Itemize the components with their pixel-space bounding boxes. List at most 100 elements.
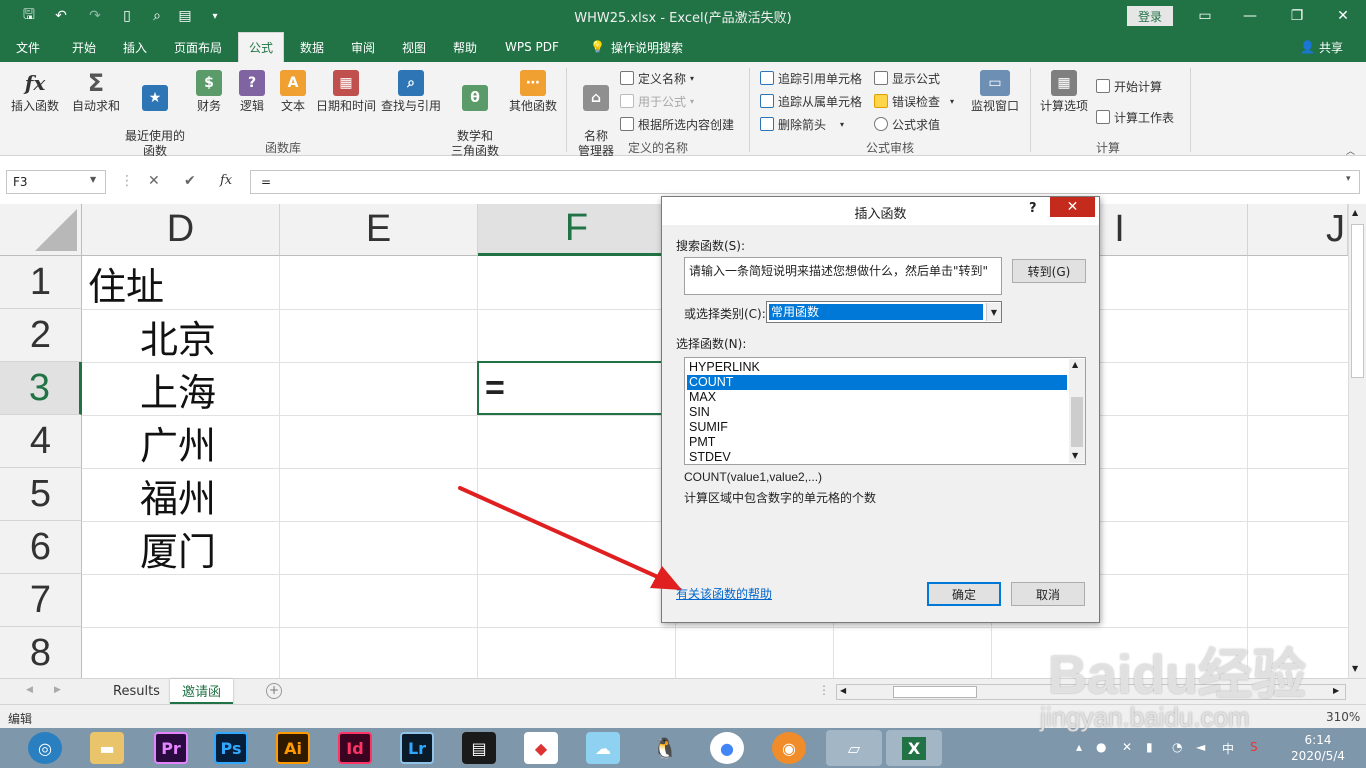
login-button[interactable]: 登录 xyxy=(1127,6,1173,26)
search-function-input[interactable]: 请输入一条简短说明来描述您想做什么，然后单击"转到" xyxy=(684,257,1002,295)
qq-tray-icon[interactable]: ● xyxy=(1096,740,1106,754)
trace-precedents-button[interactable]: 追踪引用单元格 xyxy=(760,68,862,88)
media-icon[interactable]: ◉ xyxy=(772,732,806,764)
qq-icon[interactable]: 🐧 xyxy=(648,732,682,764)
list-item-selected[interactable]: COUNT xyxy=(687,375,1067,390)
tray-expand-icon[interactable]: ▴ xyxy=(1076,740,1082,754)
premiere-icon[interactable]: Pr xyxy=(154,732,188,764)
row-header-2[interactable]: 2 xyxy=(0,309,82,362)
battery-icon[interactable]: ▮ xyxy=(1146,740,1153,754)
chat-icon[interactable]: ☁ xyxy=(586,732,620,764)
vertical-scroll-thumb[interactable] xyxy=(1351,224,1364,378)
excel-icon[interactable]: X xyxy=(886,730,942,766)
column-header-e[interactable]: E xyxy=(280,204,478,256)
dialog-title-bar[interactable]: 插入函数 ? ✕ xyxy=(662,197,1099,225)
sheet-tab-results[interactable]: Results xyxy=(101,679,172,704)
restore-icon[interactable]: ❐ xyxy=(1282,4,1312,28)
scroll-left-icon[interactable]: ◀ xyxy=(840,686,846,695)
list-scrollbar[interactable]: ▲ ▼ xyxy=(1069,359,1085,463)
financial-button[interactable]: $ 财务 xyxy=(192,70,226,114)
category-select[interactable]: 常用函数 ▼ xyxy=(766,301,1002,323)
chevron-down-icon[interactable]: ▼ xyxy=(90,175,96,184)
text-button[interactable]: A 文本 xyxy=(278,70,308,114)
cell-d1[interactable]: 住址 xyxy=(88,257,164,309)
minimize-icon[interactable]: — xyxy=(1235,4,1265,28)
chrome-icon[interactable]: ● xyxy=(710,732,744,764)
tab-data[interactable]: 数据 xyxy=(290,32,334,62)
tab-home[interactable]: 开始 xyxy=(62,32,106,62)
cell-d3[interactable]: 上海 xyxy=(140,363,216,415)
scroll-down-icon[interactable]: ▼ xyxy=(1352,664,1358,673)
insert-function-icon[interactable]: fx xyxy=(220,173,232,188)
list-item[interactable]: SIN xyxy=(687,405,1067,420)
vertical-scrollbar[interactable]: ▲ ▼ xyxy=(1348,204,1366,678)
tab-help[interactable]: 帮助 xyxy=(443,32,487,62)
function-help-link[interactable]: 有关该函数的帮助 xyxy=(676,585,772,602)
app-icon[interactable]: ◆ xyxy=(524,732,558,764)
ribbon-display-icon[interactable]: ▭ xyxy=(1190,4,1220,28)
horizontal-scroll-thumb[interactable] xyxy=(893,686,977,698)
list-item[interactable]: PMT xyxy=(687,435,1067,450)
illustrator-icon[interactable]: Ai xyxy=(276,732,310,764)
row-header-7[interactable]: 7 xyxy=(0,574,82,627)
column-header-d[interactable]: D xyxy=(82,204,280,256)
photoshop-icon[interactable]: Ps xyxy=(214,732,248,764)
list-item[interactable]: HYPERLINK xyxy=(687,360,1067,375)
cell-d4[interactable]: 广州 xyxy=(140,416,216,468)
scroll-up-icon[interactable]: ▲ xyxy=(1072,360,1078,369)
scroll-down-icon[interactable]: ▼ xyxy=(1072,451,1078,460)
row-header-4[interactable]: 4 xyxy=(0,415,82,468)
tab-file[interactable]: 文件 xyxy=(6,32,50,62)
autosum-button[interactable]: Σ 自动求和 xyxy=(70,70,122,114)
dialog-close-button[interactable]: ✕ xyxy=(1050,197,1095,217)
tab-view[interactable]: 视图 xyxy=(392,32,436,62)
ime-indicator[interactable]: 中 xyxy=(1222,740,1234,757)
prev-sheet-icon[interactable]: ◀ xyxy=(26,685,33,695)
select-all-corner[interactable] xyxy=(0,204,82,256)
video-editor-icon[interactable]: ▤ xyxy=(462,732,496,764)
lookup-button[interactable]: ⌕ 查找与引用 xyxy=(380,70,442,114)
tab-review[interactable]: 审阅 xyxy=(341,32,385,62)
calc-now-button[interactable]: 开始计算 xyxy=(1096,76,1162,96)
volume-icon[interactable]: ◄ xyxy=(1196,740,1205,754)
list-scroll-thumb[interactable] xyxy=(1071,397,1083,447)
remove-arrows-button[interactable]: 删除箭头 ▾ xyxy=(760,114,844,134)
scroll-up-icon[interactable]: ▲ xyxy=(1352,208,1358,217)
use-in-formula-button[interactable]: 用于公式 ▾ xyxy=(620,91,694,111)
logical-button[interactable]: ? 逻辑 xyxy=(236,70,268,114)
error-checking-button[interactable]: 错误检查 ▾ xyxy=(874,91,954,111)
cell-d5[interactable]: 福州 xyxy=(140,469,216,521)
search-icon[interactable]: ◎ xyxy=(28,732,62,764)
trace-dependents-button[interactable]: 追踪从属单元格 xyxy=(760,91,862,111)
share-button[interactable]: 👤 共享 xyxy=(1290,32,1353,62)
calc-options-button[interactable]: ▦ 计算选项 xyxy=(1038,70,1090,114)
evaluate-formula-button[interactable]: 公式求值 xyxy=(874,114,940,134)
ok-button[interactable]: 确定 xyxy=(927,582,1001,606)
insert-function-button[interactable]: fx 插入函数 xyxy=(8,70,62,114)
row-header-1[interactable]: 1 xyxy=(0,256,82,309)
column-header-f[interactable]: F xyxy=(478,204,676,256)
row-header-8[interactable]: 8 xyxy=(0,627,82,678)
lightroom-icon[interactable]: Lr xyxy=(400,732,434,764)
cell-d2[interactable]: 北京 xyxy=(140,310,216,362)
file-explorer-icon[interactable]: ▬ xyxy=(90,732,124,764)
indesign-icon[interactable]: Id xyxy=(338,732,372,764)
wifi-icon[interactable]: ◔ xyxy=(1172,740,1182,754)
function-list[interactable]: HYPERLINK COUNT MAX SIN SUMIF PMT STDEV … xyxy=(684,357,1086,465)
cancel-button[interactable]: 取消 xyxy=(1011,582,1085,606)
formula-input[interactable]: = xyxy=(250,170,1360,194)
clock[interactable]: 6:14 2020/5/4 xyxy=(1288,732,1348,764)
cell-d6[interactable]: 厦门 xyxy=(140,522,216,574)
network-error-icon[interactable]: ✕ xyxy=(1122,740,1132,754)
watch-window-button[interactable]: ▭ 监视窗口 xyxy=(968,70,1022,114)
add-sheet-icon[interactable]: + xyxy=(266,683,282,699)
help-icon[interactable]: ? xyxy=(1029,201,1037,216)
calc-sheet-button[interactable]: 计算工作表 xyxy=(1096,107,1174,127)
tab-formulas[interactable]: 公式 xyxy=(238,32,285,62)
cell-f3-active[interactable]: = xyxy=(477,361,676,415)
notes-icon[interactable]: ▱ xyxy=(826,730,882,766)
list-item[interactable]: MAX xyxy=(687,390,1067,405)
datetime-button[interactable]: ▦ 日期和时间 xyxy=(314,70,378,114)
tell-me-search[interactable]: 💡 操作说明搜索 xyxy=(580,32,693,62)
row-header-3[interactable]: 3 xyxy=(0,362,82,415)
